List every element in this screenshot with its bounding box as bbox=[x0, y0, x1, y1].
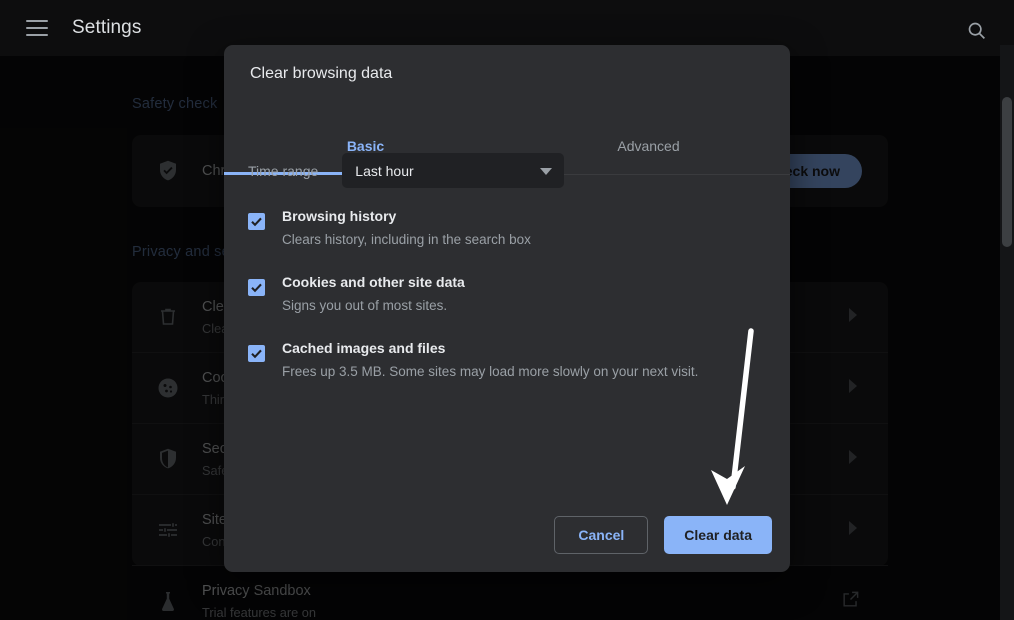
option-browsing-history[interactable]: Browsing history Clears history, includi… bbox=[248, 205, 768, 250]
option-title: Browsing history bbox=[282, 205, 531, 228]
clear-data-button[interactable]: Clear data bbox=[664, 516, 772, 554]
option-subtitle: Clears history, including in the search … bbox=[282, 229, 531, 250]
vertical-scrollbar-thumb[interactable] bbox=[1002, 97, 1012, 247]
time-range-select[interactable]: Last hour bbox=[342, 153, 564, 188]
checkbox-cached-images[interactable] bbox=[248, 345, 265, 362]
browser-settings-screen: Safety check Chro Check now Privacy and … bbox=[0, 0, 1014, 620]
dialog-action-bar: Cancel Clear data bbox=[554, 516, 772, 554]
checkbox-cookies[interactable] bbox=[248, 279, 265, 296]
cancel-button[interactable]: Cancel bbox=[554, 516, 648, 554]
option-subtitle: Frees up 3.5 MB. Some sites may load mor… bbox=[282, 361, 698, 382]
checkbox-browsing-history[interactable] bbox=[248, 213, 265, 230]
clear-browsing-data-dialog: Clear browsing data Basic Advanced Time … bbox=[224, 45, 790, 572]
vertical-scrollbar-track[interactable] bbox=[1000, 45, 1014, 620]
option-cookies-and-other-site-data[interactable]: Cookies and other site data Signs you ou… bbox=[248, 271, 768, 316]
chevron-down-icon bbox=[540, 168, 552, 175]
option-title: Cookies and other site data bbox=[282, 271, 465, 294]
time-range-row: Time range Last hour bbox=[248, 153, 564, 188]
option-subtitle: Signs you out of most sites. bbox=[282, 295, 465, 316]
search-icon[interactable] bbox=[966, 20, 987, 41]
option-title: Cached images and files bbox=[282, 337, 698, 360]
clear-options-list: Browsing history Clears history, includi… bbox=[248, 205, 768, 403]
dialog-title: Clear browsing data bbox=[250, 65, 392, 83]
time-range-value: Last hour bbox=[355, 163, 413, 179]
hamburger-menu-icon[interactable] bbox=[26, 20, 48, 36]
page-title: Settings bbox=[72, 17, 141, 39]
time-range-label: Time range bbox=[248, 163, 318, 179]
option-cached-images-and-files[interactable]: Cached images and files Frees up 3.5 MB.… bbox=[248, 337, 768, 382]
